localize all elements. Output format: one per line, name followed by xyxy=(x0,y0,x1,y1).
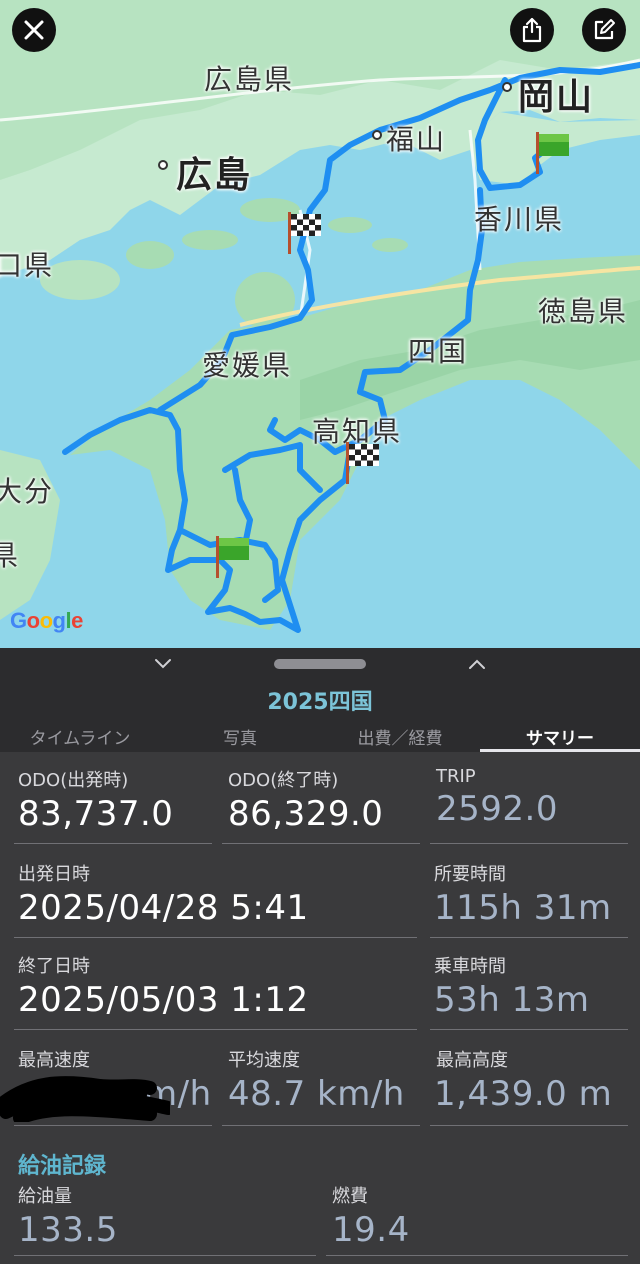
divider xyxy=(430,1028,628,1030)
stat-trip: TRIP 2592.0 xyxy=(430,766,628,844)
map-label-okayama: 岡山 xyxy=(518,77,595,118)
divider xyxy=(430,842,628,844)
checkered-flag-icon[interactable] xyxy=(284,210,326,256)
google-logo: Google xyxy=(10,608,83,634)
stat-value: 2592.0 xyxy=(436,789,558,829)
divider xyxy=(14,936,417,938)
map-label-ehime-pref: 愛媛県 xyxy=(202,349,293,382)
checkered-flag-icon[interactable] xyxy=(342,440,384,486)
map-label-tokushima-pref: 徳島県 xyxy=(538,295,629,328)
trip-title: 2025四国 xyxy=(267,690,373,715)
divider xyxy=(430,936,628,938)
stat-label: 乗車時間 xyxy=(434,956,506,977)
app-root: 広島県 岡山 福山 広島 香川県 口県 徳島県 四国 愛媛県 高知県 大分 県 xyxy=(0,0,640,1264)
stat-fuel-amount: 給油量 133.5 xyxy=(14,1182,316,1256)
stat-max-altitude: 最高高度 1,439.0 m xyxy=(430,1046,628,1126)
stat-label: 最高速度 xyxy=(18,1050,90,1071)
map-label-kagawa-pref: 香川県 xyxy=(474,203,565,236)
divider xyxy=(326,1254,628,1256)
city-dot-fukuyama xyxy=(372,130,382,140)
stat-value: 133.5 xyxy=(18,1210,118,1250)
google-logo-letter: e xyxy=(71,608,83,633)
start-flag-icon[interactable] xyxy=(210,534,252,580)
stat-label: 終了日時 xyxy=(18,956,90,977)
chevron-down-icon[interactable] xyxy=(154,658,172,670)
stat-value: 19.4 xyxy=(332,1210,410,1250)
divider xyxy=(14,1124,212,1126)
fuel-section-title: 給油記録 xyxy=(18,1154,107,1179)
map-label-shikoku: 四国 xyxy=(408,335,469,368)
divider xyxy=(14,1254,316,1256)
google-logo-letter: o xyxy=(39,608,53,633)
stat-label: ODO(終了時) xyxy=(228,770,339,791)
map-label-yamaguchi-pref: 口県 xyxy=(0,249,55,282)
stat-label: 所要時間 xyxy=(434,864,506,885)
start-flag-icon[interactable] xyxy=(530,130,572,176)
edit-button[interactable] xyxy=(582,8,626,52)
divider xyxy=(222,842,420,844)
stat-value: 83,737.0 xyxy=(18,794,174,834)
stat-depart-time[interactable]: 出発日時 2025/04/28 5:41 xyxy=(14,860,417,938)
map-label-fukuyama: 福山 xyxy=(386,123,447,156)
google-logo-letter: g xyxy=(52,608,66,633)
sheet-header: 2025四国 タイムライン 写真 出費／経費 サマリー xyxy=(0,648,640,752)
map-label-hiroshima: 広島 xyxy=(176,155,253,196)
share-button[interactable] xyxy=(510,8,554,52)
stat-value: 53h 13m xyxy=(434,980,590,1020)
stat-label: ODO(出発時) xyxy=(18,770,129,791)
stat-value: 2025/04/28 5:41 xyxy=(18,888,309,928)
stat-duration: 所要時間 115h 31m xyxy=(430,860,628,938)
close-icon xyxy=(24,20,44,40)
edit-icon xyxy=(594,19,615,40)
city-dot-okayama xyxy=(502,82,512,92)
tab-summary[interactable]: サマリー xyxy=(480,720,640,752)
stat-value: 115h 31m xyxy=(434,888,612,928)
stat-label: 燃費 xyxy=(332,1186,368,1207)
stat-odo-start: ODO(出発時) 83,737.0 xyxy=(14,766,212,844)
city-dot-hiroshima xyxy=(158,160,168,170)
google-logo-letter: o xyxy=(26,608,40,633)
map-label-oita: 大分 xyxy=(0,475,55,508)
stat-label: 出発日時 xyxy=(18,864,90,885)
chevron-up-icon[interactable] xyxy=(468,658,486,670)
google-logo-letter: G xyxy=(10,608,27,633)
divider xyxy=(222,1124,420,1126)
map-label-hiroshima-pref: 広島県 xyxy=(204,63,295,96)
stat-odo-end: ODO(終了時) 86,329.0 xyxy=(222,766,420,844)
stat-label: TRIP xyxy=(436,766,476,787)
stat-label: 給油量 xyxy=(18,1186,72,1207)
route-map[interactable]: 広島県 岡山 福山 広島 香川県 口県 徳島県 四国 愛媛県 高知県 大分 県 xyxy=(0,0,640,648)
divider xyxy=(14,842,212,844)
stat-label: 最高高度 xyxy=(436,1050,508,1071)
stat-value: 1,439.0 m xyxy=(434,1074,613,1114)
divider xyxy=(14,1028,417,1030)
sheet-drag-handle[interactable] xyxy=(274,659,366,669)
stat-value: 2025/05/03 1:12 xyxy=(18,980,309,1020)
divider xyxy=(430,1124,628,1126)
tab-timeline[interactable]: タイムライン xyxy=(0,720,160,752)
stat-value: 48.7 km/h xyxy=(228,1074,405,1114)
map-label-edge-pref: 県 xyxy=(0,539,21,572)
tab-expenses[interactable]: 出費／経費 xyxy=(320,720,480,752)
stat-end-time[interactable]: 終了日時 2025/05/03 1:12 xyxy=(14,952,417,1030)
stat-value: 86,329.0 xyxy=(228,794,384,834)
redaction-scribble xyxy=(0,1076,170,1122)
tab-photos[interactable]: 写真 xyxy=(160,720,320,752)
stat-label: 平均速度 xyxy=(228,1050,300,1071)
stat-avg-speed: 平均速度 48.7 km/h xyxy=(222,1046,420,1126)
summary-sheet: 2025四国 タイムライン 写真 出費／経費 サマリー ODO(出発時) 83,… xyxy=(0,648,640,1264)
tab-bar: タイムライン 写真 出費／経費 サマリー xyxy=(0,720,640,752)
stat-riding-time: 乗車時間 53h 13m xyxy=(430,952,628,1030)
close-button[interactable] xyxy=(12,8,56,52)
stat-fuel-economy: 燃費 19.4 xyxy=(326,1182,628,1256)
share-icon xyxy=(522,17,542,43)
